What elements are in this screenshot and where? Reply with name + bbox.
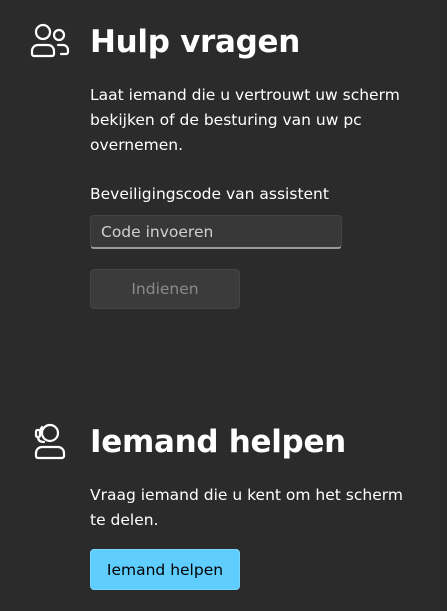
security-code-label: Beveiligingscode van assistent	[90, 185, 329, 203]
submit-button[interactable]: Indienen	[90, 269, 240, 309]
give-help-description: Vraag iemand die u kent om het scherm te…	[90, 486, 403, 529]
give-help-header: Iemand helpen	[28, 420, 346, 464]
people-icon	[28, 20, 72, 64]
help-someone-button[interactable]: Iemand helpen	[90, 549, 240, 590]
get-help-description: Laat iemand die u vertrouwt uw scherm be…	[90, 86, 400, 154]
get-help-title: Hulp vragen	[90, 24, 301, 60]
give-help-title: Iemand helpen	[90, 424, 346, 460]
get-help-header: Hulp vragen	[28, 20, 300, 64]
quick-assist-panel: Hulp vragen Laat iemand die u vertrouwt …	[0, 0, 447, 611]
security-code-input[interactable]	[90, 215, 342, 249]
person-headset-icon	[28, 420, 72, 464]
